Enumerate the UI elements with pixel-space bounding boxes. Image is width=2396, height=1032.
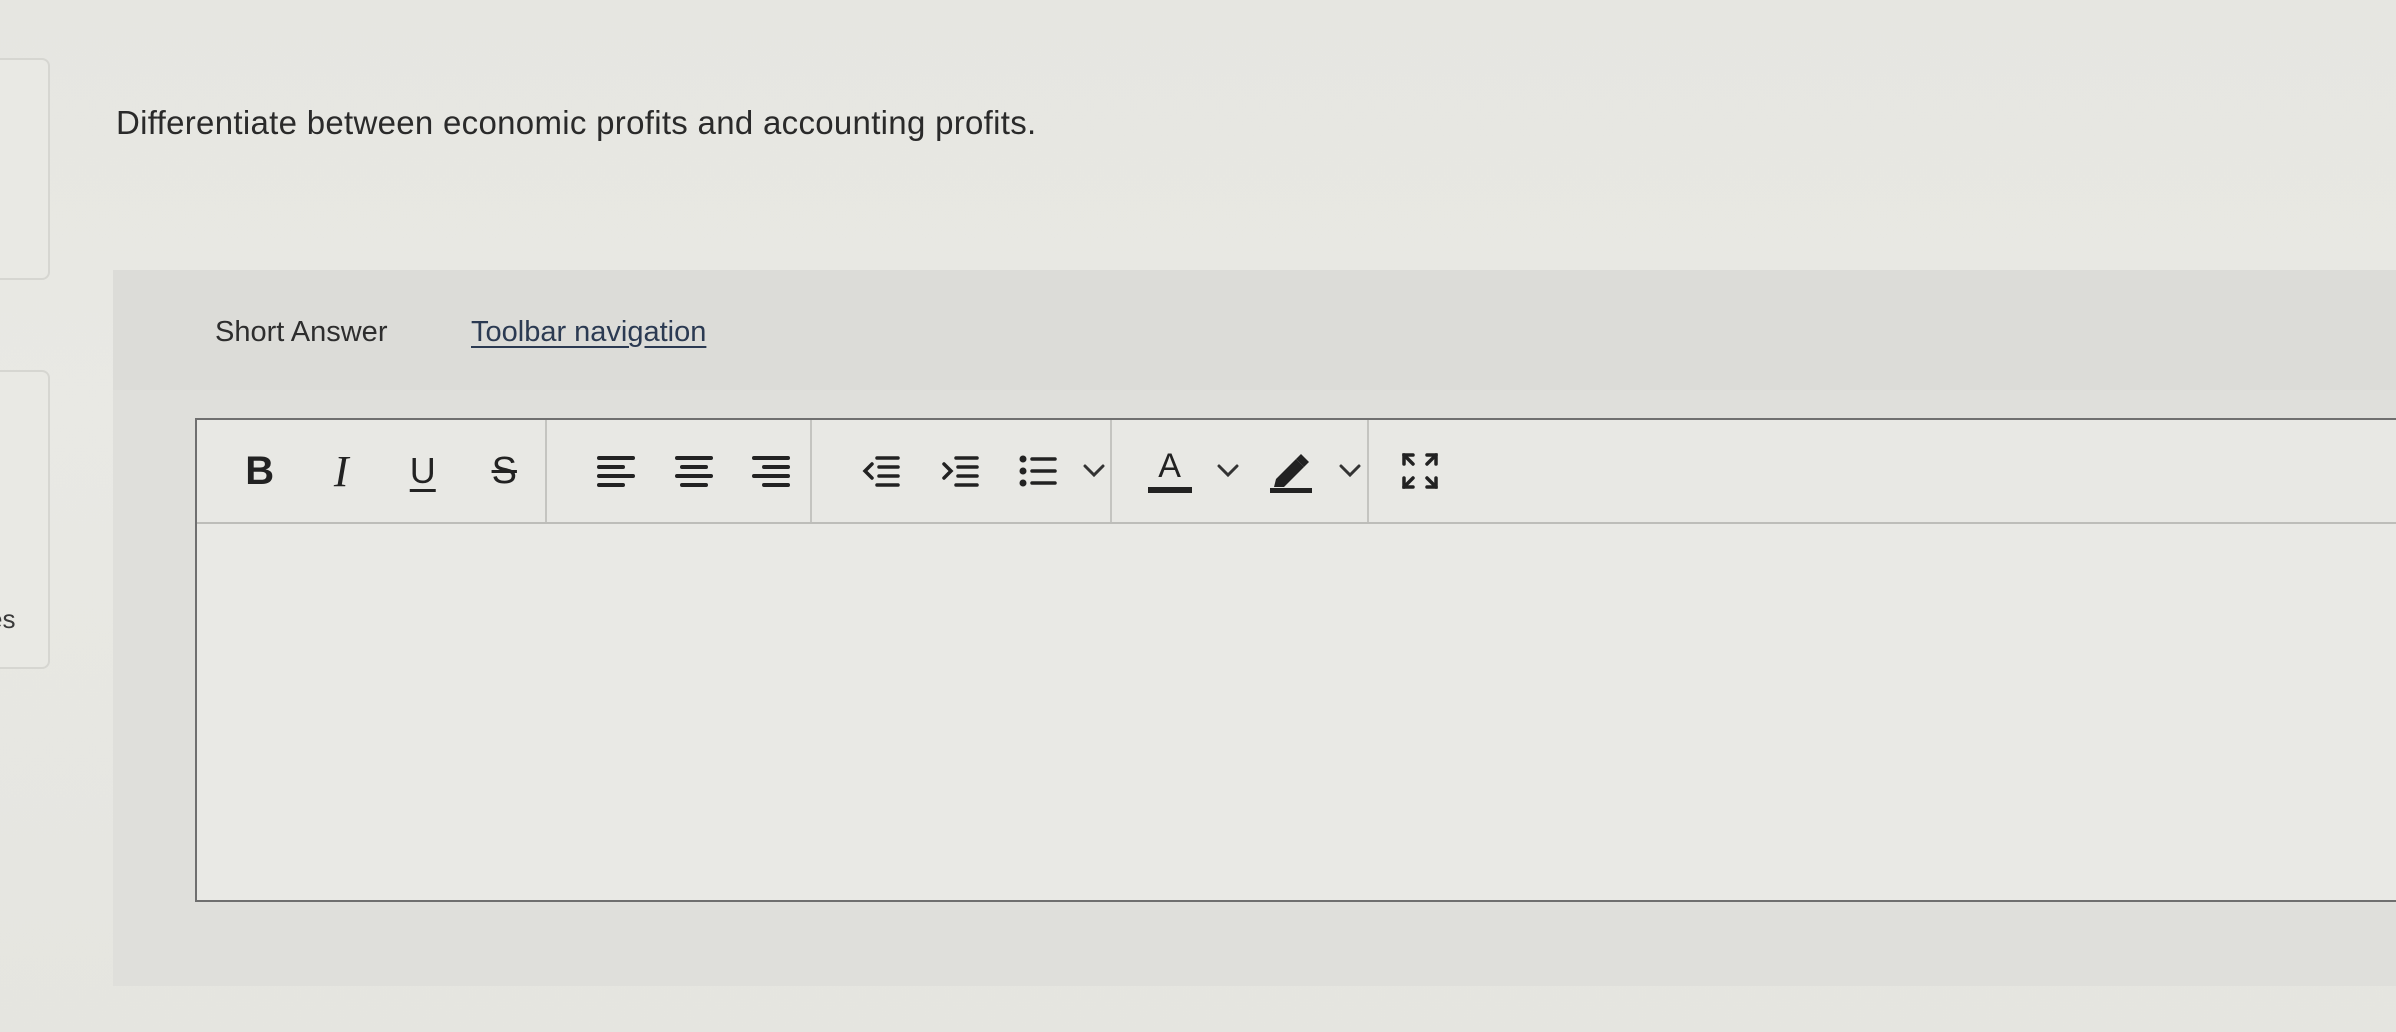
- chevron-down-icon: [1217, 464, 1239, 478]
- answer-header: Short Answer Toolbar navigation: [113, 270, 2396, 390]
- color-group: A: [1112, 420, 1369, 522]
- indent-icon: [941, 456, 979, 487]
- strikethrough-button[interactable]: S: [464, 441, 546, 501]
- highlight-icon: [1270, 454, 1313, 493]
- answer-type-label: Short Answer: [215, 316, 388, 348]
- highlight-color-dropdown[interactable]: [1334, 441, 1367, 501]
- align-center-icon: [674, 456, 713, 487]
- bullet-list-button[interactable]: [999, 441, 1077, 501]
- bullet-list-icon: [1019, 455, 1057, 487]
- underline-button[interactable]: U: [382, 441, 464, 501]
- align-left-button[interactable]: [577, 441, 655, 501]
- list-style-dropdown[interactable]: [1077, 441, 1110, 501]
- view-group: [1369, 420, 1449, 522]
- highlight-color-button[interactable]: [1257, 441, 1326, 501]
- outdent-button[interactable]: [842, 441, 920, 501]
- fullscreen-button[interactable]: [1395, 441, 1445, 501]
- alignment-group: [547, 420, 812, 522]
- indent-button[interactable]: [920, 441, 998, 501]
- left-nav-partial-label: es: [0, 604, 16, 634]
- text-color-icon: A: [1158, 447, 1181, 485]
- chevron-down-icon: [1083, 464, 1105, 478]
- list-group: [812, 420, 1112, 522]
- left-nav-card[interactable]: [0, 58, 50, 280]
- answer-text-area[interactable]: [197, 524, 2396, 900]
- chevron-down-icon: [1339, 464, 1361, 478]
- italic-button[interactable]: I: [301, 441, 383, 501]
- toolbar-navigation-link[interactable]: Toolbar navigation: [471, 316, 706, 349]
- align-right-button[interactable]: [732, 441, 810, 501]
- bold-button[interactable]: B: [219, 441, 301, 501]
- rich-text-editor: B I U S A: [195, 418, 2396, 902]
- question-text: Differentiate between economic profits a…: [116, 104, 1037, 141]
- align-center-button[interactable]: [655, 441, 733, 501]
- align-right-icon: [752, 456, 791, 487]
- text-style-group: B I U S: [197, 420, 547, 522]
- outdent-icon: [862, 456, 900, 487]
- text-color-swatch: [1147, 487, 1192, 493]
- editor-toolbar: B I U S A: [197, 420, 2396, 524]
- text-color-dropdown[interactable]: [1211, 441, 1244, 501]
- fullscreen-icon: [1402, 453, 1438, 489]
- align-left-icon: [596, 456, 635, 487]
- text-color-button[interactable]: A: [1140, 441, 1199, 501]
